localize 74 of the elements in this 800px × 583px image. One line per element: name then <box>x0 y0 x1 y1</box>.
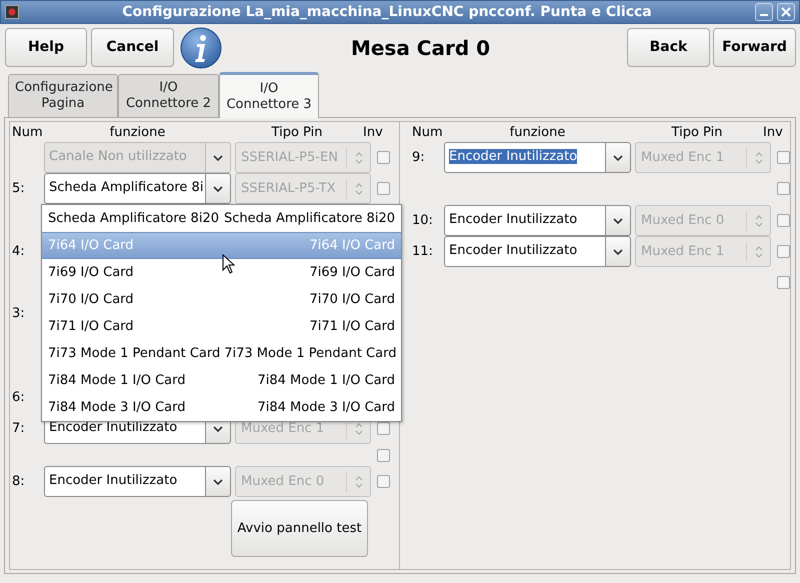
menu-item[interactable]: 7i71 I/O Card 7i71 I/O Card <box>42 313 401 340</box>
invert-checkbox[interactable] <box>777 245 790 258</box>
test-panel-button[interactable]: Avvio pannello test <box>231 500 368 557</box>
up-down-icon <box>354 152 362 164</box>
close-icon <box>781 7 791 17</box>
row-number: 5: <box>12 181 25 196</box>
header-button[interactable]: Cancel <box>91 28 174 67</box>
up-down-icon <box>354 476 362 488</box>
dropdown-button[interactable] <box>205 466 231 497</box>
row-number: 11: <box>412 244 433 259</box>
function-field[interactable]: Encoder Inutilizzato <box>444 205 605 236</box>
row-number: 3: <box>12 306 25 321</box>
header-button[interactable]: Forward <box>713 28 796 67</box>
window-title: Configurazione La_mia_macchina_LinuxCNC pncconf. Punta e Clicca <box>121 4 653 20</box>
tab[interactable]: I/O Connettore 3 <box>219 72 319 118</box>
chevron-down-icon <box>613 248 623 254</box>
up-down-icon <box>354 182 362 194</box>
minimize-button[interactable] <box>755 3 773 21</box>
function-field[interactable]: Encoder Inutilizzato <box>44 466 205 497</box>
dropdown-button[interactable] <box>205 173 231 204</box>
up-down-icon <box>754 214 762 226</box>
column-header: Inv <box>763 125 784 142</box>
minimize-icon <box>760 14 768 16</box>
chevron-down-icon <box>613 218 623 224</box>
invert-checkbox[interactable] <box>377 449 390 462</box>
chevron-down-icon <box>613 154 623 160</box>
invert-checkbox[interactable] <box>377 182 390 195</box>
invert-checkbox[interactable] <box>777 151 790 164</box>
dropdown-button[interactable] <box>605 236 631 267</box>
row-number: 4: <box>12 244 25 259</box>
function-field[interactable]: Encoder Inutilizzato <box>444 236 605 267</box>
row-number: 7: <box>12 421 25 436</box>
invert-checkbox[interactable] <box>777 214 790 227</box>
row-number: 6: <box>12 390 25 405</box>
invert-checkbox[interactable] <box>777 276 790 289</box>
row-number: 8: <box>12 474 25 489</box>
function-field[interactable]: Encoder Inutilizzato <box>444 142 605 173</box>
menu-item[interactable]: 7i69 I/O Card 7i69 I/O Card <box>42 259 401 286</box>
close-button[interactable] <box>777 3 795 21</box>
column-header: funzione <box>108 125 166 142</box>
column-header: Num <box>12 125 44 142</box>
header-button[interactable]: Help <box>5 28 87 67</box>
tab[interactable]: Configurazione Pagina <box>8 74 118 117</box>
header-button[interactable]: Back <box>627 28 710 67</box>
chevron-down-icon <box>213 426 223 432</box>
menu-item[interactable]: Scheda Amplificatore 8i20 Scheda Amplificatore 8i20 <box>42 205 401 232</box>
dropdown-button[interactable] <box>205 142 231 173</box>
menu-item[interactable]: 7i73 Mode 1 Pendant Card 7i73 Mode 1 Pendant Card <box>42 340 401 367</box>
page-title: Mesa Card 0 <box>350 36 492 60</box>
up-down-icon <box>354 422 362 434</box>
function-field[interactable]: Scheda Amplificatore 8i <box>44 173 205 204</box>
row-number: 9: <box>412 150 425 165</box>
app-icon <box>5 5 19 19</box>
column-header: Tipo Pin <box>670 125 724 142</box>
column-header: Inv <box>363 125 384 142</box>
invert-checkbox[interactable] <box>377 422 390 435</box>
chevron-down-icon <box>213 186 223 192</box>
column-header: Tipo Pin <box>270 125 324 142</box>
row-number: 10: <box>412 213 433 228</box>
invert-checkbox[interactable] <box>777 182 790 195</box>
menu-item[interactable]: 7i70 I/O Card 7i70 I/O Card <box>42 286 401 313</box>
invert-checkbox[interactable] <box>377 475 390 488</box>
info-icon <box>180 26 222 68</box>
cursor-icon <box>222 254 235 274</box>
column-header: Num <box>412 125 444 142</box>
dropdown-button[interactable] <box>605 205 631 236</box>
chevron-down-icon <box>213 478 223 484</box>
up-down-icon <box>754 246 762 258</box>
chevron-down-icon <box>213 154 223 160</box>
column-header: funzione <box>508 125 566 142</box>
menu-item[interactable]: 7i84 Mode 1 I/O Card 7i84 Mode 1 I/O Card <box>42 367 401 394</box>
dropdown-button[interactable] <box>605 142 631 173</box>
up-down-icon <box>754 152 762 164</box>
tab[interactable]: I/O Connettore 2 <box>118 74 219 117</box>
